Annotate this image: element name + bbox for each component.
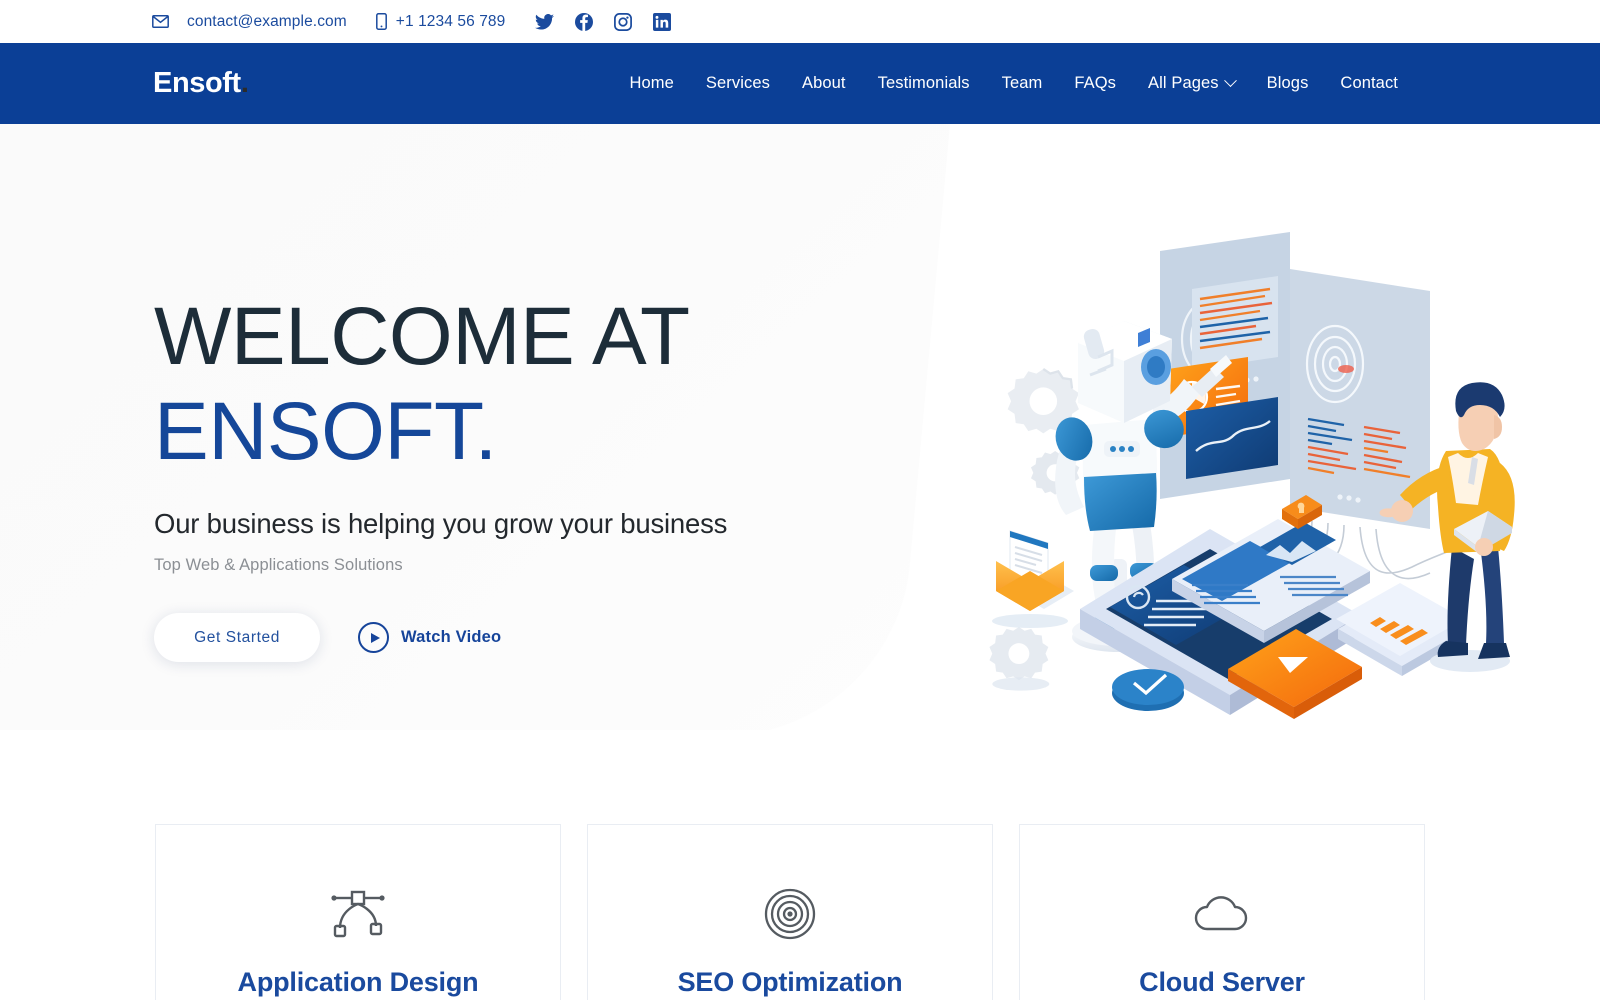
play-circle-icon bbox=[358, 622, 389, 653]
hero-section: WELCOME AT ENSOFT. Our business is helpi… bbox=[0, 124, 1600, 730]
logo-dot: . bbox=[241, 67, 249, 99]
hero-heading-line2: ENSOFT. bbox=[154, 386, 497, 477]
services-section: Application Design SEO Optimization bbox=[0, 730, 1600, 1000]
hero-text-block: WELCOME AT ENSOFT. Our business is helpi… bbox=[154, 124, 954, 662]
nav-item-faqs[interactable]: FAQs bbox=[1058, 74, 1132, 93]
service-card-title: SEO Optimization bbox=[678, 967, 903, 998]
twitter-icon[interactable] bbox=[535, 14, 554, 30]
nav-item-all-pages[interactable]: All Pages bbox=[1132, 74, 1251, 93]
cloud-icon bbox=[1193, 887, 1251, 941]
nav-label: FAQs bbox=[1074, 74, 1116, 93]
get-started-button[interactable]: Get Started bbox=[154, 613, 320, 662]
hero-heading: WELCOME AT ENSOFT. bbox=[154, 289, 954, 479]
service-card-title: Application Design bbox=[238, 967, 479, 998]
service-card-cloud-server[interactable]: Cloud Server bbox=[1019, 824, 1425, 1000]
topbar: contact@example.com +1 1234 56 789 bbox=[0, 0, 1600, 43]
nav-item-services[interactable]: Services bbox=[690, 74, 786, 93]
nav-item-testimonials[interactable]: Testimonials bbox=[862, 74, 986, 93]
illustration-clock bbox=[1112, 669, 1184, 711]
site-logo[interactable]: Ensoft. bbox=[153, 67, 249, 100]
nav-label: Team bbox=[1002, 74, 1043, 93]
hero-action-row: Get Started Watch Video bbox=[154, 613, 954, 662]
illustration-envelope bbox=[992, 531, 1074, 628]
nav-label: All Pages bbox=[1148, 74, 1219, 93]
pen-tool-bezier-icon bbox=[330, 887, 386, 941]
hero-lead-text: Our business is helping you grow your bu… bbox=[154, 508, 954, 540]
hero-subtext: Top Web & Applications Solutions bbox=[154, 556, 954, 575]
nav-label: Services bbox=[706, 74, 770, 93]
watch-video-button[interactable]: Watch Video bbox=[358, 622, 501, 653]
hero-illustration bbox=[960, 229, 1580, 729]
nav-label: Contact bbox=[1340, 74, 1398, 93]
illustration-gears bbox=[989, 369, 1079, 691]
logo-text: Ensoft bbox=[153, 67, 241, 99]
envelope-icon bbox=[152, 15, 169, 28]
nav-links: Home Services About Testimonials Team FA… bbox=[614, 74, 1415, 93]
nav-label: Home bbox=[630, 74, 674, 93]
nav-label: About bbox=[802, 74, 846, 93]
topbar-social-links bbox=[535, 13, 671, 31]
nav-item-about[interactable]: About bbox=[786, 74, 862, 93]
nav-item-contact[interactable]: Contact bbox=[1324, 74, 1414, 93]
chevron-down-icon bbox=[1224, 74, 1237, 87]
nav-label: Testimonials bbox=[878, 74, 970, 93]
instagram-icon[interactable] bbox=[614, 13, 632, 31]
nav-item-home[interactable]: Home bbox=[614, 74, 690, 93]
hero-heading-line1: WELCOME AT bbox=[154, 291, 690, 382]
nav-label: Blogs bbox=[1267, 74, 1309, 93]
main-navigation-bar: Ensoft. Home Services About Testimonials… bbox=[0, 43, 1600, 124]
page-root: contact@example.com +1 1234 56 789 bbox=[0, 0, 1600, 1000]
topbar-email-link[interactable]: contact@example.com bbox=[187, 13, 347, 31]
service-card-seo-optimization[interactable]: SEO Optimization bbox=[587, 824, 993, 1000]
nav-item-team[interactable]: Team bbox=[986, 74, 1059, 93]
service-card-title: Cloud Server bbox=[1139, 967, 1305, 998]
topbar-phone-link[interactable]: +1 1234 56 789 bbox=[396, 13, 506, 31]
mobile-phone-icon bbox=[376, 13, 387, 30]
nav-item-blogs[interactable]: Blogs bbox=[1251, 74, 1325, 93]
topbar-contact-group: contact@example.com +1 1234 56 789 bbox=[152, 13, 671, 31]
linkedin-icon[interactable] bbox=[653, 13, 671, 31]
facebook-icon[interactable] bbox=[575, 13, 593, 31]
service-cards-row: Application Design SEO Optimization bbox=[155, 824, 1445, 1000]
service-card-application-design[interactable]: Application Design bbox=[155, 824, 561, 1000]
target-bullseye-icon bbox=[764, 887, 816, 941]
watch-video-label: Watch Video bbox=[401, 628, 501, 647]
